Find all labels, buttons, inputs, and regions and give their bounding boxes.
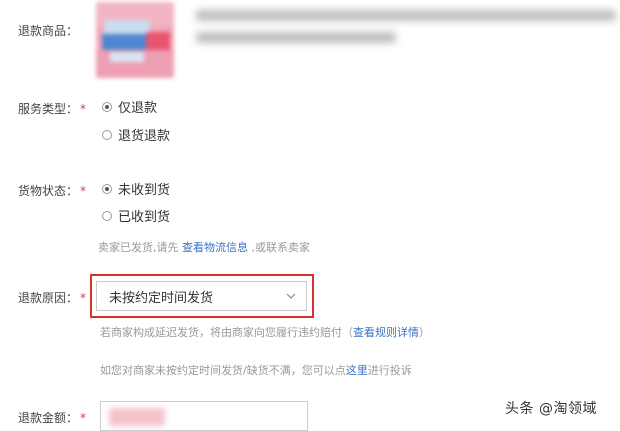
refund-reason-highlight-box	[90, 274, 314, 318]
service-type-label: 服务类型： *	[18, 102, 87, 116]
goods-status-label: 货物状态： *	[18, 184, 87, 198]
radio-unselected-icon[interactable]	[102, 210, 112, 221]
refund-reason-label: 退款原因： *	[18, 291, 87, 305]
refund-reason-hint-complaint: 如您对商家未按约定时间发货/缺货不满，您可以点这里进行投诉	[100, 364, 412, 377]
refund-reason-hint-compensation: 若商家构成延迟发货，将由商家向您履行违约赔付（查看规则详情）	[100, 326, 430, 339]
refund-amount-label: 退款金额： *	[18, 411, 87, 425]
product-thumbnail	[96, 2, 174, 78]
goods-status-option-received[interactable]: 已收到货	[102, 206, 170, 225]
product-title-blurred	[196, 10, 616, 21]
radio-selected-icon[interactable]	[102, 101, 112, 112]
goods-status-hint: 卖家已发货,请先 查看物流信息 ,或联系卖家	[98, 241, 310, 254]
view-logistics-link[interactable]: 查看物流信息	[182, 241, 248, 254]
complaint-here-link[interactable]: 这里	[346, 364, 368, 377]
watermark: 头条 @淘领域	[505, 401, 597, 417]
radio-unselected-icon[interactable]	[102, 129, 112, 140]
service-type-option-return-refund[interactable]: 退货退款	[102, 125, 170, 144]
refund-amount-blurred-value	[109, 408, 165, 426]
goods-status-option-not-received[interactable]: 未收到货	[102, 179, 170, 198]
view-rules-link[interactable]: 查看规则详情	[353, 326, 419, 339]
service-type-option-refund-only[interactable]: 仅退款	[102, 97, 157, 116]
radio-selected-icon[interactable]	[102, 183, 112, 194]
product-title-blurred-line2	[196, 32, 396, 43]
refund-product-label: 退款商品：	[18, 24, 79, 38]
refund-amount-input[interactable]	[100, 401, 308, 431]
